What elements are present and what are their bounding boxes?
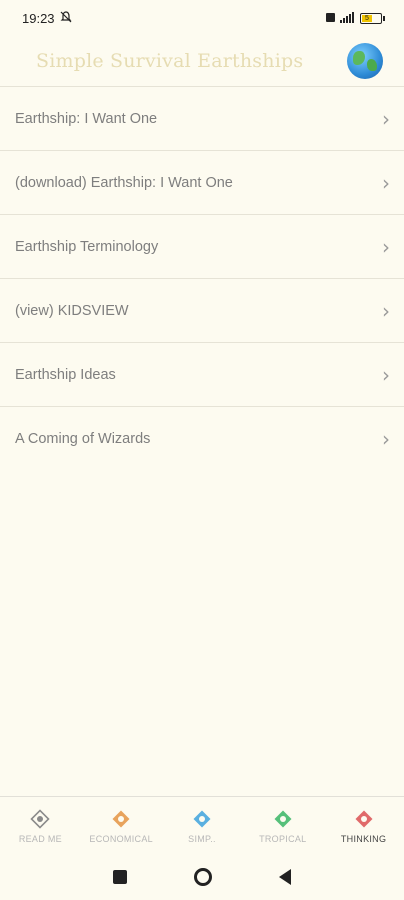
menu-item-ideas[interactable]: Earthship Ideas ›	[0, 342, 404, 406]
menu-item-label: Earthship Ideas	[15, 366, 116, 383]
chevron-right-icon: ›	[382, 298, 390, 323]
menu-item-download-want-one[interactable]: (download) Earthship: I Want One ›	[0, 150, 404, 214]
menu-item-label: (download) Earthship: I Want One	[15, 174, 233, 191]
menu-item-label: Earthship Terminology	[15, 238, 159, 255]
menu-item-label: Earthship: I Want One	[15, 110, 158, 127]
status-bar: 19:23 5	[0, 0, 404, 36]
menu-list: Earthship: I Want One › (download) Earth…	[0, 86, 404, 470]
system-nav-bar	[0, 854, 404, 900]
tab-tropical[interactable]: TROPICAL	[243, 808, 323, 844]
menu-item-kidsview[interactable]: (view) KIDSVIEW ›	[0, 278, 404, 342]
economical-icon	[110, 808, 132, 830]
status-time: 19:23	[22, 10, 55, 26]
menu-item-wizards[interactable]: A Coming of Wizards ›	[0, 406, 404, 470]
recents-button[interactable]	[113, 870, 128, 884]
sim-icon	[325, 12, 336, 25]
notification-muted-icon	[60, 10, 72, 26]
battery-icon: 5	[360, 12, 385, 24]
simple-icon	[191, 808, 213, 830]
chevron-right-icon: ›	[382, 170, 390, 195]
tab-read-me[interactable]: READ ME	[0, 808, 80, 844]
chevron-right-icon: ›	[382, 106, 390, 131]
tab-simple[interactable]: SIMP..	[162, 808, 242, 844]
menu-item-terminology[interactable]: Earthship Terminology ›	[0, 214, 404, 278]
tab-economical[interactable]: ECONOMICAL	[81, 808, 161, 844]
tab-label: ECONOMICAL	[89, 833, 153, 844]
tab-label: SIMP..	[188, 833, 216, 844]
signal-icon	[340, 11, 356, 25]
chevron-right-icon: ›	[382, 426, 390, 451]
menu-item-want-one[interactable]: Earthship: I Want One ›	[0, 86, 404, 150]
bottom-nav: READ ME ECONOMICAL SIMP.. TROPICAL THINK…	[0, 796, 404, 854]
menu-item-label: A Coming of Wizards	[15, 430, 151, 447]
thinking-icon	[353, 808, 375, 830]
status-left: 19:23	[22, 11, 72, 26]
app-header: Simple Survival Earthships	[0, 36, 404, 86]
menu-item-label: (view) KIDSVIEW	[15, 302, 129, 319]
status-right: 5	[325, 11, 385, 25]
back-button[interactable]	[278, 869, 291, 885]
tab-label: TROPICAL	[259, 833, 307, 844]
tropical-icon	[272, 808, 294, 830]
chevron-right-icon: ›	[382, 234, 390, 259]
tab-thinking[interactable]: THINKING	[324, 808, 404, 844]
chevron-right-icon: ›	[382, 362, 390, 387]
home-button[interactable]	[193, 868, 212, 886]
battery-level: 5	[362, 14, 372, 22]
read-me-icon	[29, 808, 51, 830]
globe-icon[interactable]	[347, 43, 383, 79]
app-title: Simple Survival Earthships	[36, 50, 304, 72]
tab-label: READ ME	[18, 833, 62, 844]
tab-label: THINKING	[340, 833, 387, 844]
